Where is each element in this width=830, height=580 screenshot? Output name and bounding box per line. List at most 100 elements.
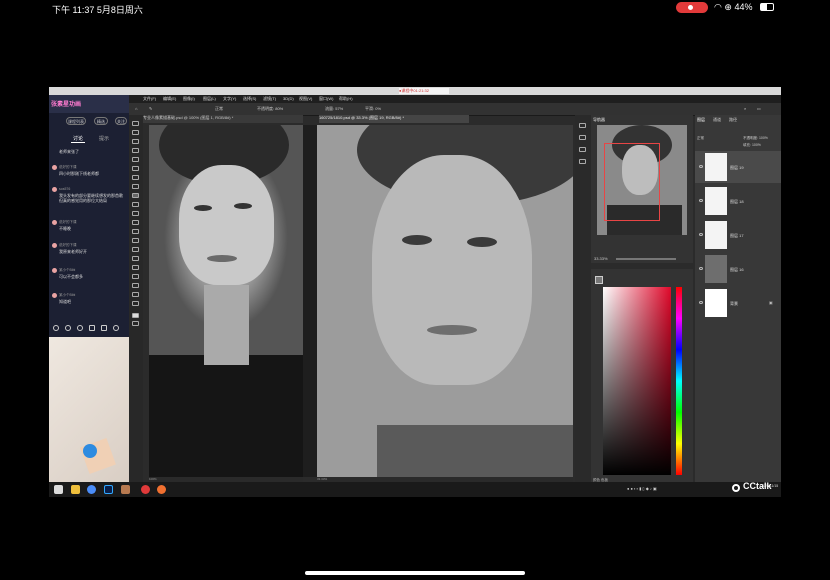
painting-canvas[interactable] xyxy=(317,125,573,477)
document-tab-reference[interactable]: 专业人像素描基础.psd @ 100% (图层 1, RGB/8#) * xyxy=(143,115,303,123)
home-icon[interactable]: ⌂ xyxy=(135,106,137,111)
smoothing-field[interactable]: 平滑: 0% xyxy=(365,106,381,112)
browser-icon[interactable] xyxy=(87,485,96,494)
start-icon[interactable] xyxy=(54,485,63,494)
menu-file[interactable]: 文件(F) xyxy=(143,96,156,102)
navigator-zoom-slider[interactable] xyxy=(616,258,676,260)
menu-filter[interactable]: 滤镜(T) xyxy=(263,96,276,102)
eyedropper-tool-icon[interactable] xyxy=(132,175,139,180)
layer-opacity[interactable]: 不透明度: 100% xyxy=(743,136,768,141)
photoshop-icon[interactable] xyxy=(104,485,113,494)
hue-slider[interactable] xyxy=(676,287,682,475)
chat-input-area[interactable] xyxy=(49,337,129,482)
flow-field[interactable]: 流量: 57% xyxy=(325,106,343,112)
bell-icon[interactable] xyxy=(113,325,119,331)
tab-layers[interactable]: 图层 xyxy=(697,117,705,123)
search-icon[interactable]: ⌕ xyxy=(744,106,746,111)
crop-tool-icon[interactable] xyxy=(132,157,139,162)
menu-edit[interactable]: 编辑(E) xyxy=(163,96,176,102)
reference-photo-canvas[interactable] xyxy=(149,125,303,477)
pen-tool-icon[interactable] xyxy=(132,256,139,261)
menu-window[interactable]: 窗口(W) xyxy=(319,96,333,102)
meeting-timer-tab[interactable]: ●课程中01:21:32 xyxy=(399,88,449,94)
blur-tool-icon[interactable] xyxy=(132,238,139,243)
type-tool-icon[interactable] xyxy=(132,265,139,270)
stamp-tool-icon[interactable] xyxy=(132,202,139,207)
app-icon[interactable] xyxy=(121,485,130,494)
eye-icon[interactable] xyxy=(699,199,703,202)
tray-icons[interactable]: ● ● ▪ ▪ ▮ ▯ ◆ ♪ ▣ xyxy=(627,486,657,491)
history-icon[interactable] xyxy=(579,123,586,128)
chat-message: 四小时那刚下线老师都 xyxy=(59,171,99,176)
lasso-tool-icon[interactable] xyxy=(132,139,139,144)
ps-toolbar xyxy=(129,115,143,482)
tab-channels[interactable]: 通道 xyxy=(713,117,721,123)
chat-username: 说好的下课 xyxy=(59,243,77,247)
cctalk-watermark: CCtalk xyxy=(743,481,772,491)
foreground-color-icon[interactable] xyxy=(132,313,139,318)
chat-username: 说好的下课 xyxy=(59,220,77,224)
zoom-tool-icon[interactable] xyxy=(132,301,139,306)
chat-chip-follow[interactable]: 关注 xyxy=(115,117,127,125)
face-shape xyxy=(179,165,274,285)
path-select-tool-icon[interactable] xyxy=(132,274,139,279)
eye-icon[interactable] xyxy=(699,301,703,304)
tab-discussion[interactable]: 讨论 xyxy=(73,135,83,142)
hand-tool-icon[interactable] xyxy=(132,292,139,297)
menu-image[interactable]: 图像(I) xyxy=(183,96,195,102)
brush-settings-icon[interactable] xyxy=(579,159,586,164)
history-brush-tool-icon[interactable] xyxy=(132,211,139,216)
menu-3d[interactable]: 3D(D) xyxy=(283,96,294,101)
navigator-zoom[interactable]: 33.33% xyxy=(594,256,608,261)
document-tab-painting[interactable]: 160725/1810.psd @ 33.3% (图层 19, RGB/8#) … xyxy=(319,115,469,123)
ipad-home-indicator[interactable] xyxy=(305,571,525,575)
blend-mode-select[interactable]: 正常 xyxy=(215,106,223,112)
chat-message: 可以不会都多 xyxy=(59,274,83,279)
image-icon[interactable] xyxy=(89,325,95,331)
quick-mask-icon[interactable] xyxy=(132,321,139,326)
chat-float-icon[interactable] xyxy=(83,444,97,458)
color-picker-field[interactable] xyxy=(603,287,671,475)
navigator-tab[interactable]: 导航器 xyxy=(593,117,605,123)
magic-wand-tool-icon[interactable] xyxy=(132,148,139,153)
opacity-field[interactable]: 不透明度: 80% xyxy=(257,106,283,112)
brush-tool-icon[interactable] xyxy=(132,193,139,198)
dodge-tool-icon[interactable] xyxy=(132,247,139,252)
eye-icon[interactable] xyxy=(699,165,703,168)
recorder-icon[interactable] xyxy=(141,485,150,494)
chat-chip-courses[interactable]: 课程列表 xyxy=(66,117,86,125)
frame-tool-icon[interactable] xyxy=(132,166,139,171)
gradient-tool-icon[interactable] xyxy=(132,229,139,234)
tab-tips[interactable]: 提示 xyxy=(99,135,109,142)
menu-layer[interactable]: 图层(L) xyxy=(203,96,216,102)
layer-fill[interactable]: 填充: 100% xyxy=(743,143,761,148)
adjustments-icon[interactable] xyxy=(579,147,586,152)
file-explorer-icon[interactable] xyxy=(71,485,80,494)
gear-icon[interactable] xyxy=(53,325,59,331)
workspace-icon[interactable]: ▭ xyxy=(757,106,761,111)
shape-tool-icon[interactable] xyxy=(132,283,139,288)
navigator-view-rect[interactable] xyxy=(604,143,660,221)
photoshop-window: 文件(F) 编辑(E) 图像(I) 图层(L) 文字(Y) 选择(S) 滤镜(T… xyxy=(129,95,781,482)
properties-icon[interactable] xyxy=(579,135,586,140)
menu-view[interactable]: 视图(V) xyxy=(299,96,312,102)
menu-type[interactable]: 文字(Y) xyxy=(223,96,236,102)
tab-paths[interactable]: 路径 xyxy=(729,117,737,123)
marquee-tool-icon[interactable] xyxy=(132,130,139,135)
move-tool-icon[interactable] xyxy=(132,121,139,126)
eraser-tool-icon[interactable] xyxy=(132,220,139,225)
emoji-icon[interactable] xyxy=(65,325,71,331)
foreground-swatch[interactable] xyxy=(595,276,603,284)
healing-tool-icon[interactable] xyxy=(132,184,139,189)
chat-message: 老师来张了 xyxy=(59,149,79,154)
scissors-icon[interactable] xyxy=(77,325,83,331)
chat-bubble-icon[interactable] xyxy=(101,325,107,331)
menu-select[interactable]: 选择(S) xyxy=(243,96,256,102)
menu-help[interactable]: 帮助(H) xyxy=(339,96,353,102)
chat-chip-featured[interactable]: 精选 xyxy=(94,117,108,125)
layer-blend-mode[interactable]: 正常 xyxy=(697,136,704,141)
brush-icon[interactable]: ✎ xyxy=(149,106,152,111)
cctalk-app-icon[interactable] xyxy=(157,485,166,494)
eye-icon[interactable] xyxy=(699,233,703,236)
eye-icon[interactable] xyxy=(699,267,703,270)
